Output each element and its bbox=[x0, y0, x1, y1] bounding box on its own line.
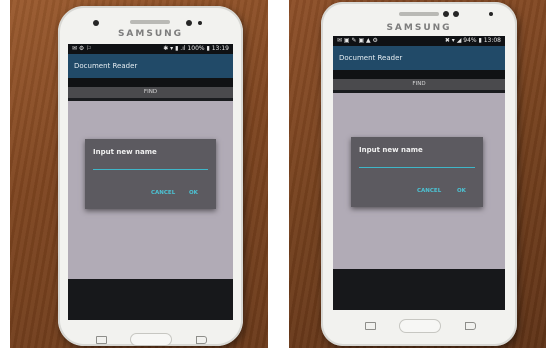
document-content: Input new name CANCEL OK bbox=[68, 101, 233, 279]
home-button[interactable] bbox=[130, 333, 172, 346]
sensor-icon bbox=[198, 21, 202, 25]
app-title: Document Reader bbox=[74, 62, 138, 70]
toolbar-strip bbox=[333, 70, 505, 79]
front-camera-icon bbox=[186, 20, 192, 26]
back-icon[interactable] bbox=[196, 336, 207, 344]
phone-body: SAMSUNG ✉ ⚙ ⚐ ✱ ▾ ▮ .ıl 100% ▮ 13:19 Doc… bbox=[58, 6, 243, 346]
menu-icon[interactable] bbox=[365, 322, 376, 330]
status-icons-left: ✉ ⚙ ⚐ bbox=[72, 45, 92, 52]
recent-apps-icon[interactable] bbox=[96, 336, 107, 344]
app-title: Document Reader bbox=[339, 54, 403, 62]
app-title-bar: Document Reader bbox=[333, 46, 505, 70]
rename-dialog: Input new name CANCEL OK bbox=[351, 137, 483, 207]
app-title-bar: Document Reader bbox=[68, 54, 233, 78]
sensor-icon bbox=[453, 11, 459, 17]
status-bar: ✉ ▣ ✎ ▣ ▲ ⚙ ✖ ▾ ◢ 94% ▮ 13:08 bbox=[333, 36, 505, 46]
status-icons-right: ✖ ▾ ◢ 94% ▮ 13:08 bbox=[444, 37, 501, 44]
status-icons-right: ✱ ▾ ▮ .ıl 100% ▮ 13:19 bbox=[163, 45, 229, 52]
phone-photo-right: SAMSUNG ✉ ▣ ✎ ▣ ▲ ⚙ ✖ ▾ ◢ 94% ▮ 13:08 Do… bbox=[289, 0, 546, 348]
brand-label: SAMSUNG bbox=[386, 23, 452, 33]
cancel-button[interactable]: CANCEL bbox=[151, 190, 175, 196]
dialog-title: Input new name bbox=[359, 146, 423, 154]
phone-body: SAMSUNG ✉ ▣ ✎ ▣ ▲ ⚙ ✖ ▾ ◢ 94% ▮ 13:08 Do… bbox=[321, 2, 517, 346]
front-sensor-icon bbox=[93, 20, 99, 26]
brand-label: SAMSUNG bbox=[117, 29, 184, 39]
home-button[interactable] bbox=[399, 319, 441, 333]
dialog-title: Input new name bbox=[93, 148, 157, 156]
bottom-panel bbox=[333, 269, 505, 310]
document-content: Input new name CANCEL OK bbox=[333, 93, 505, 271]
phone-screen: ✉ ⚙ ⚐ ✱ ▾ ▮ .ıl 100% ▮ 13:19 Document Re… bbox=[68, 44, 233, 320]
front-camera-icon bbox=[443, 11, 449, 17]
phone-screen: ✉ ▣ ✎ ▣ ▲ ⚙ ✖ ▾ ◢ 94% ▮ 13:08 Document R… bbox=[333, 36, 505, 310]
toolbar-strip bbox=[68, 78, 233, 87]
find-button[interactable]: FIND bbox=[68, 87, 233, 98]
status-bar: ✉ ⚙ ⚐ ✱ ▾ ▮ .ıl 100% ▮ 13:19 bbox=[68, 44, 233, 54]
phone-photo-left: SAMSUNG ✉ ⚙ ⚐ ✱ ▾ ▮ .ıl 100% ▮ 13:19 Doc… bbox=[10, 0, 268, 348]
find-button[interactable]: FIND bbox=[333, 79, 505, 90]
status-icons-left: ✉ ▣ ✎ ▣ ▲ ⚙ bbox=[337, 37, 378, 44]
bottom-panel bbox=[68, 279, 233, 320]
ok-button[interactable]: OK bbox=[189, 190, 198, 196]
ok-button[interactable]: OK bbox=[457, 188, 466, 194]
back-icon[interactable] bbox=[465, 322, 476, 330]
rename-dialog: Input new name CANCEL OK bbox=[85, 139, 216, 209]
led-icon bbox=[489, 12, 493, 16]
name-input[interactable] bbox=[359, 167, 475, 168]
earpiece bbox=[399, 12, 439, 16]
cancel-button[interactable]: CANCEL bbox=[417, 188, 441, 194]
name-input[interactable] bbox=[93, 169, 208, 170]
earpiece bbox=[130, 20, 170, 24]
